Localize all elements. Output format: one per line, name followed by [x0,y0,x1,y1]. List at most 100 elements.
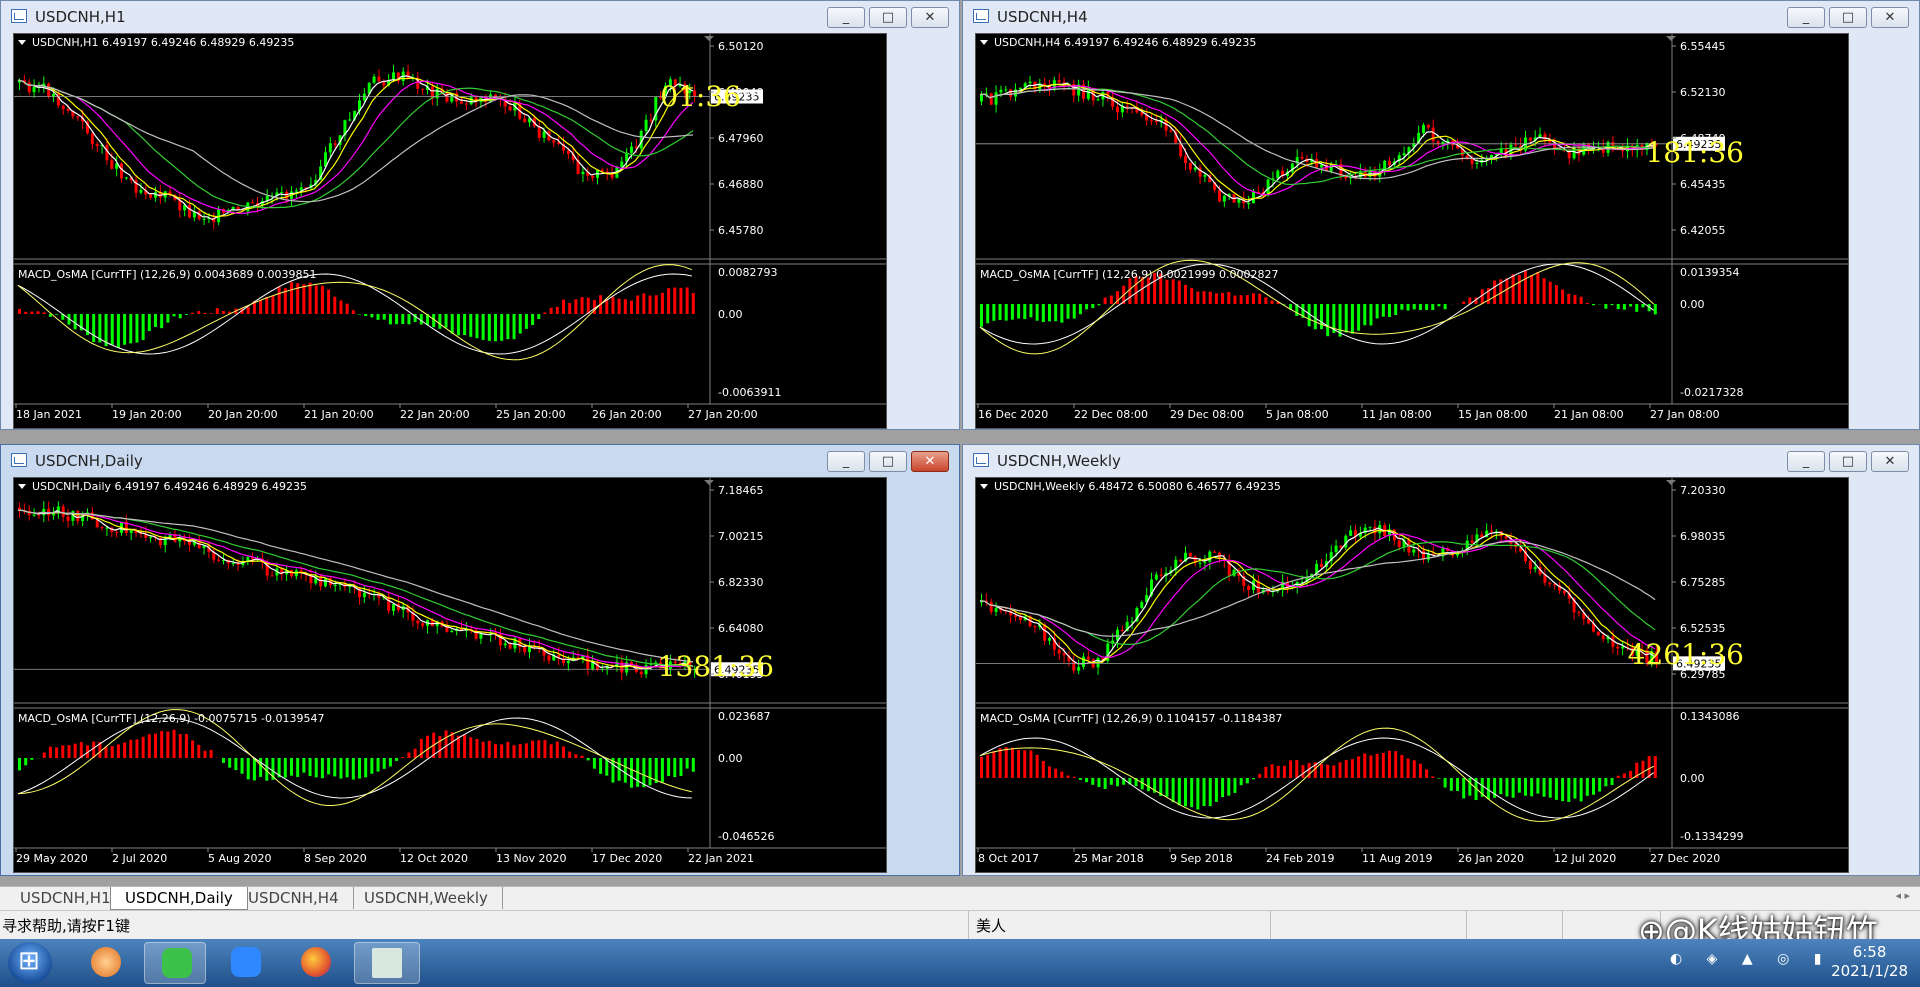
scroll-marker-icon [704,480,714,485]
window-titlebar[interactable]: USDCNH,Daily _ □ ✕ [1,445,959,477]
candle-body [1397,540,1401,547]
macd-histogram-bar [494,744,497,758]
chart-canvas[interactable]: 6.49235 6.50120 6.49040 6.47960 6.46880 6.457… [13,33,887,429]
window-titlebar[interactable]: USDCNH,H4 _ □ ✕ [963,1,1919,33]
macd-histogram-bar [1425,769,1429,778]
macd-histogram-bar [1369,755,1373,778]
macd-histogram-bar [413,748,417,758]
macd-histogram-bar [1035,754,1039,778]
macd-histogram-bar [215,308,219,314]
minimize-button[interactable]: _ [827,7,865,28]
candle-body [1188,552,1192,557]
chart-canvas[interactable]: 6.49235 6.55445 6.52130 6.48740 6.45435 6.420… [975,33,1849,429]
tab-usdcnh-h1[interactable]: USDCNH,H1 [6,887,126,909]
macd-histogram-bar [1258,773,1262,778]
wechat-icon[interactable] [144,942,206,984]
firefox-icon[interactable] [284,942,346,984]
macd-histogram-bar [191,312,195,314]
date-label: 22 Jan 20:00 [400,408,470,421]
tab-usdcnh-daily[interactable]: USDCNH,Daily [110,887,248,910]
candle-body [494,94,497,98]
macd-histogram-bar [1567,293,1571,304]
macd-histogram-bar [1573,778,1577,799]
clock[interactable]: 6:58 2021/1/28 [1831,943,1908,981]
macd-histogram-bar [240,758,244,774]
moving-average-line [17,509,694,668]
macd-tick-label: 0.00 [1680,772,1705,785]
macd-histogram-bar [252,758,256,781]
macd-histogram-bar [370,314,374,318]
candle-body [1368,526,1372,528]
maximize-button[interactable]: □ [869,7,907,28]
macd-histogram-bar [1616,775,1620,778]
chart-window-daily[interactable]: USDCNH,Daily _ □ ✕ 6.49235 7.18465 7.00215… [0,444,960,876]
chart-canvas[interactable]: 6.49235 7.20330 6.98035 6.75285 6.52535 6.297… [975,477,1849,873]
feishu-icon[interactable] [214,942,276,984]
macd-histogram-bar [1010,747,1014,778]
date-label: 5 Aug 2020 [208,852,271,865]
macd-histogram-bar [549,307,553,314]
macd-histogram-bar [1252,293,1255,304]
macd-tick-label: -0.046526 [718,830,774,843]
close-button[interactable]: ✕ [1871,7,1909,28]
chart-window-h4[interactable]: USDCNH,H4 _ □ ✕ 6.49235 6.55445 6.52130 6.4… [962,0,1920,430]
candle-body [1577,612,1581,614]
macd-histogram-bar [1295,760,1299,778]
window-titlebar[interactable]: USDCNH,Weekly _ □ ✕ [963,445,1919,477]
price-tick-label: 6.52535 [1680,622,1726,635]
minimize-button[interactable]: _ [1787,451,1825,472]
maximize-button[interactable]: □ [1829,7,1867,28]
macd-histogram-bar [1561,778,1565,802]
macd-histogram-bar [1505,278,1509,304]
candle-body [1193,167,1197,170]
start-button[interactable] [8,942,52,984]
macd-histogram-bar [259,300,263,314]
chart-canvas[interactable]: 6.49235 7.18465 7.00215 6.82330 6.64080 6.461… [13,477,887,873]
macd-histogram-bar [135,739,139,758]
macd-histogram-bar [1400,754,1404,778]
system-tray-icons[interactable]: ◐ ◈ ▲ ◎ ▮ [1670,951,1831,967]
date-label: 8 Oct 2017 [978,852,1039,865]
close-button[interactable]: ✕ [911,7,949,28]
candle-body [270,575,274,577]
price-tick-label: 7.20330 [1680,484,1726,497]
minimize-button[interactable]: _ [827,451,865,472]
close-button[interactable]: ✕ [911,451,949,472]
chart-window-weekly[interactable]: USDCNH,Weekly _ □ ✕ 6.49235 7.20330 6.9803… [962,444,1920,876]
macd-histogram-bar [1357,756,1361,778]
date-label: 2 Jul 2020 [112,852,167,865]
macd-histogram-bar [1338,762,1342,778]
maximize-button[interactable]: □ [1829,451,1867,472]
candle-body [1057,649,1061,654]
tab-usdcnh-weekly[interactable]: USDCNH,Weekly [350,887,503,909]
candle-body [1077,666,1081,671]
macd-histogram-bar [1622,304,1626,310]
minimize-button[interactable]: _ [1787,7,1825,28]
close-button[interactable]: ✕ [1871,451,1909,472]
macd-histogram-bar [599,758,603,774]
scroll-marker-icon [704,36,714,41]
candle-body [348,119,352,121]
candle-body [445,92,449,102]
window-titlebar[interactable]: USDCNH,H1 _ □ ✕ [1,1,959,33]
maximize-button[interactable]: □ [869,451,907,472]
macd-histogram-bar [1109,778,1113,785]
chart-window-h1[interactable]: USDCNH,H1 _ □ ✕ 6.49235 6.50120 6.49040 6.4… [0,0,960,430]
date-label: 21 Jan 20:00 [304,408,374,421]
candle-body [333,585,337,587]
macd-histogram-bar [1017,304,1021,319]
macd-histogram-bar [1054,768,1058,778]
tab-scroll-arrows[interactable]: ◂ ▸ [1895,889,1910,902]
trading-terminal-icon[interactable] [354,942,420,984]
status-profile[interactable]: 美人 [976,915,1006,936]
macd-histogram-bar [562,299,565,314]
macd-histogram-bar [154,733,157,758]
candle-body [416,620,420,624]
date-label: 16 Dec 2020 [978,408,1048,421]
tab-usdcnh-h4[interactable]: USDCNH,H4 [234,887,354,909]
macd-histogram-bar [1338,304,1342,337]
macd-histogram-bar [55,747,59,758]
macd-histogram-bar [1320,304,1323,330]
media-player-icon[interactable] [74,942,136,984]
macd-histogram-bar [61,745,65,758]
